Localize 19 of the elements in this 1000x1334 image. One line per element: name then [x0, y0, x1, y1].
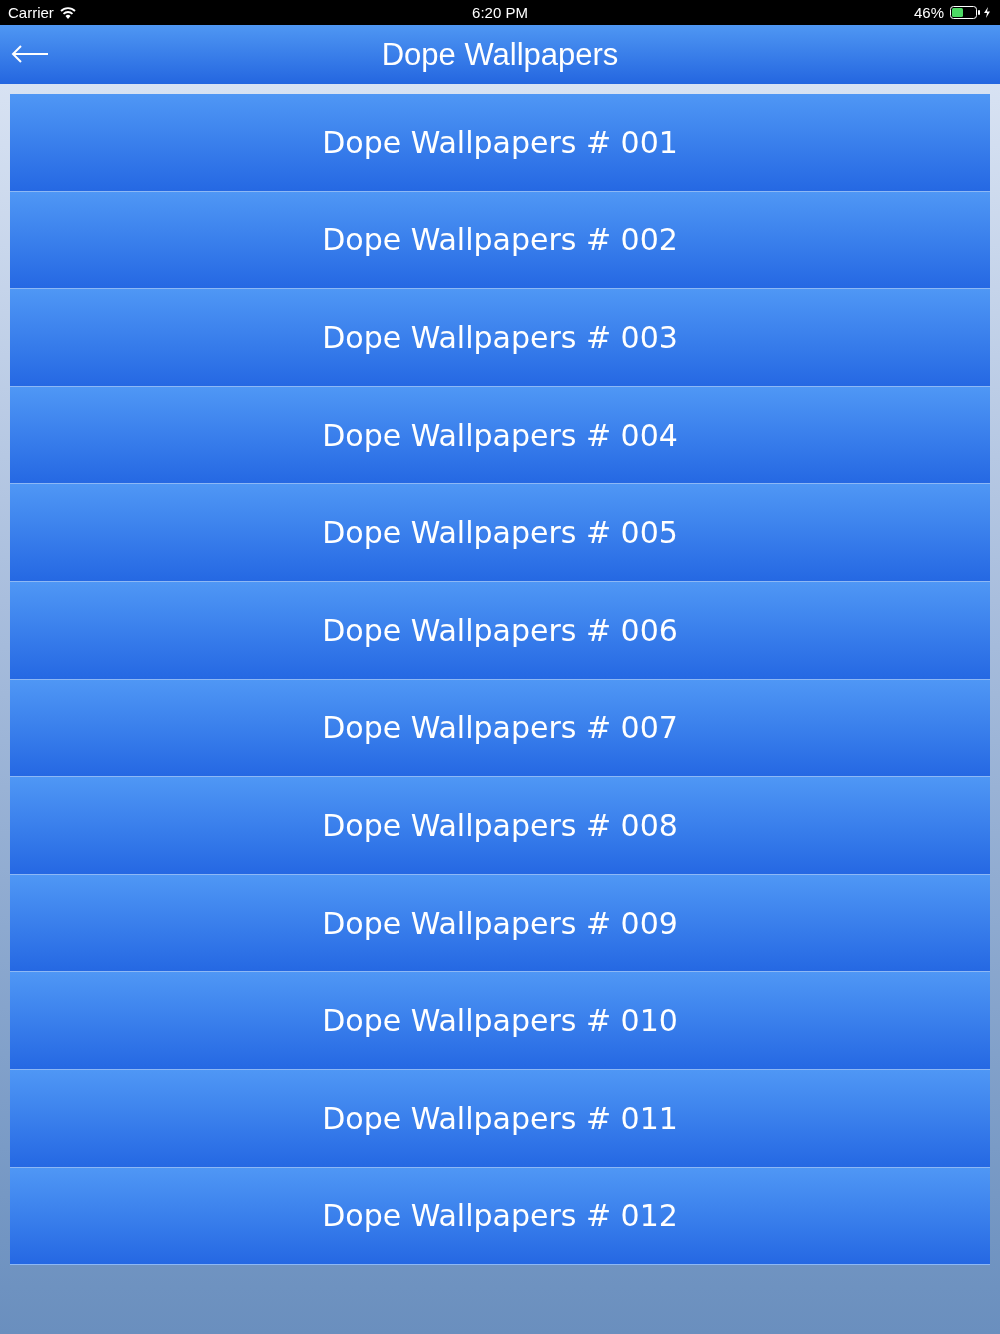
back-arrow-icon — [11, 44, 49, 64]
wallpaper-list-item[interactable]: Dope Wallpapers # 010 — [10, 972, 990, 1070]
carrier-label: Carrier — [8, 4, 54, 21]
wallpaper-list-item[interactable]: Dope Wallpapers # 006 — [10, 581, 990, 680]
wallpaper-list-item[interactable]: Dope Wallpapers # 007 — [10, 679, 990, 778]
wallpaper-list-item[interactable]: Dope Wallpapers # 003 — [10, 289, 990, 387]
clock: 6:20 PM — [472, 4, 528, 21]
wallpaper-list-item[interactable]: Dope Wallpapers # 001 — [10, 94, 990, 192]
battery-charging-icon — [950, 6, 992, 19]
wallpaper-list-item[interactable]: Dope Wallpapers # 004 — [10, 386, 990, 485]
wallpaper-list-item[interactable]: Dope Wallpapers # 002 — [10, 191, 990, 290]
wallpaper-list-item[interactable]: Dope Wallpapers # 012 — [10, 1167, 990, 1266]
wallpaper-list-item[interactable]: Dope Wallpapers # 005 — [10, 484, 990, 582]
wifi-icon — [59, 6, 76, 19]
battery-percent: 46% — [913, 4, 944, 21]
wallpaper-list-item[interactable]: Dope Wallpapers # 009 — [10, 874, 990, 973]
screen-title: Dope Wallpapers — [381, 36, 619, 73]
wallpaper-list-item[interactable]: Dope Wallpapers # 008 — [10, 777, 990, 875]
wallpaper-list-item[interactable]: Dope Wallpapers # 011 — [10, 1069, 990, 1168]
